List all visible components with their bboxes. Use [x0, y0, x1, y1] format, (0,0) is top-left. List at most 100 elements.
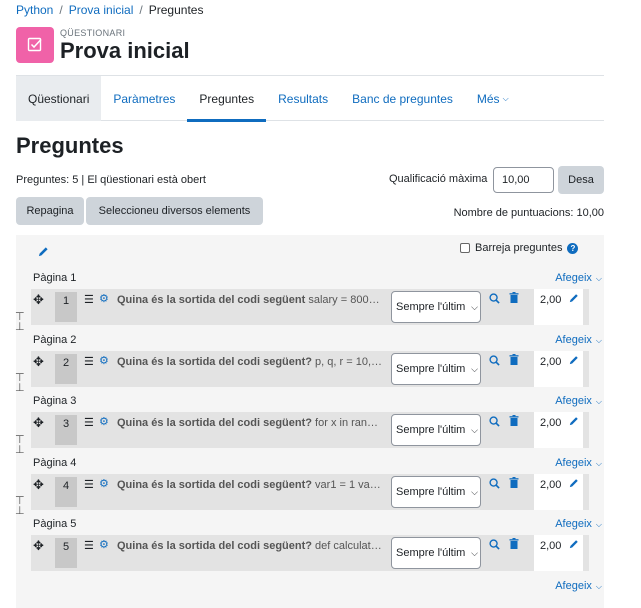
help-icon[interactable]: ? — [567, 242, 579, 254]
move-icon[interactable]: ✥ — [33, 354, 44, 370]
question-mark: 2,00 — [534, 412, 583, 448]
question-number: 1 — [55, 292, 77, 322]
repaginate-button[interactable]: Repagina — [16, 197, 84, 225]
gear-icon[interactable]: ⚙ — [99, 477, 109, 490]
tab-mes[interactable]: Més ⌵ — [465, 76, 521, 121]
add-menu-link[interactable]: Afegeix ⌵ — [555, 518, 602, 530]
question-row: ✥ 1 ☰ ⚙ Quina és la sortida del codi següent… — [31, 289, 589, 325]
add-label: Afegeix — [555, 395, 592, 407]
chevron-down-icon: ⌵ — [595, 397, 602, 406]
question-text[interactable]: Quina és la sortida del codi següent? va… — [117, 479, 387, 491]
page-break-icon[interactable]: ⊤ ⊥ — [15, 496, 25, 517]
chevron-down-icon: ⌵ — [595, 335, 602, 345]
delete-icon[interactable] — [509, 292, 519, 306]
page-break-icon[interactable]: ⊤ ⊥ — [15, 373, 25, 394]
add-menu-link[interactable]: Afegeix ⌵ — [555, 457, 602, 469]
preview-icon[interactable] — [489, 416, 500, 430]
add-menu-link[interactable]: Afegeix ⌵ — [555, 334, 602, 346]
add-menu-link[interactable]: Afegeix ⌵ — [555, 395, 602, 407]
edit-pencil-icon[interactable] — [569, 539, 579, 552]
page-break-icon[interactable]: ⊤ ⊥ — [15, 311, 25, 332]
delete-icon[interactable] — [509, 415, 519, 429]
shuffle-questions: Barreja preguntes ? — [460, 242, 579, 254]
breadcrumb-current: Preguntes — [148, 3, 204, 17]
question-text[interactable]: Quina és la sortida del codi següent? p,… — [117, 356, 387, 368]
gear-icon[interactable]: ⚙ — [99, 354, 109, 367]
edit-pencil-icon[interactable] — [569, 355, 579, 368]
question-text[interactable]: Quina és la sortida del codi següent sal… — [117, 294, 387, 306]
breadcrumb-quiz[interactable]: Prova inicial — [69, 3, 134, 17]
move-icon[interactable]: ✥ — [33, 477, 44, 493]
max-grade-input[interactable] — [493, 167, 554, 193]
shuffle-checkbox[interactable] — [460, 243, 470, 253]
question-title: Quina és la sortida del codi següent? — [117, 478, 312, 491]
tab-preguntes[interactable]: Preguntes — [187, 76, 266, 122]
breadcrumb-separator: / — [59, 3, 63, 17]
multichoice-icon: ☰ — [84, 294, 94, 306]
question-row: ✥ 4 ☰ ⚙ Quina és la sortida del codi següent… — [31, 473, 589, 510]
add-menu-link[interactable]: Afegeix ⌵ — [555, 272, 602, 284]
question-number: 2 — [55, 353, 77, 384]
multichoice-icon: ☰ — [84, 355, 94, 368]
chevron-down-icon: ⌵ — [595, 274, 602, 283]
gear-icon[interactable]: ⚙ — [99, 538, 109, 551]
move-icon[interactable]: ✥ — [33, 415, 44, 431]
question-mark-value: 2,00 — [540, 540, 562, 552]
move-icon[interactable]: ✥ — [33, 292, 44, 308]
tab-parametres[interactable]: Paràmetres — [101, 76, 187, 121]
move-icon[interactable]: ✥ — [33, 538, 44, 554]
gear-icon[interactable]: ⚙ — [99, 292, 109, 305]
question-snippet: var1 = 1 va… — [312, 478, 381, 491]
chevron-down-icon: ⌵ — [471, 486, 478, 497]
gear-icon[interactable]: ⚙ — [99, 415, 109, 428]
chevron-down-icon: ⌵ — [595, 581, 602, 591]
question-mark-value: 2,00 — [540, 294, 562, 306]
page-break-icon[interactable]: ⊤ ⊥ — [15, 434, 25, 455]
save-button[interactable]: Desa — [558, 166, 604, 194]
multichoice-icon: ☰ — [84, 478, 94, 491]
dependency-select[interactable]: Sempre l'últim ⌵ — [391, 352, 481, 385]
tab-resultats[interactable]: Resultats — [266, 76, 340, 121]
add-label: Afegeix — [555, 579, 592, 592]
edit-pencil-icon[interactable] — [569, 478, 579, 491]
delete-icon[interactable] — [509, 538, 519, 552]
module-type-label: QÜESTIONARI — [60, 28, 126, 38]
preview-icon[interactable] — [489, 354, 500, 369]
delete-icon[interactable] — [509, 353, 519, 368]
delete-icon[interactable] — [509, 476, 519, 491]
select-multiple-button[interactable]: Seleccioneu diversos elements — [86, 197, 263, 225]
quiz-status: Preguntes: 5 | El qüestionari està obert — [16, 174, 206, 186]
question-title: Quina és la sortida del codi següent? — [117, 417, 312, 429]
question-snippet: for x in ran… — [312, 417, 379, 429]
edit-pencil-icon[interactable] — [569, 416, 579, 429]
breadcrumb-python[interactable]: Python — [16, 3, 53, 17]
chevron-down-icon: ⌵ — [471, 425, 478, 435]
preview-icon[interactable] — [489, 539, 500, 553]
dependency-select-value: Sempre l'últim — [396, 301, 466, 313]
dependency-select[interactable]: Sempre l'últim ⌵ — [391, 291, 481, 323]
total-marks: Nombre de puntuacions: 10,00 — [453, 207, 604, 219]
dependency-select[interactable]: Sempre l'últim ⌵ — [391, 475, 481, 508]
tab-mes-label: Més — [476, 91, 500, 106]
edit-pencil-icon[interactable] — [38, 246, 49, 260]
question-number: 5 — [55, 538, 77, 568]
question-title: Quina és la sortida del codi següent — [117, 294, 306, 306]
edit-pencil-icon[interactable] — [569, 293, 579, 306]
question-title: Quina és la sortida del codi següent? — [117, 355, 312, 368]
question-snippet: p, q, r = 10,… — [312, 355, 383, 368]
question-number: 4 — [55, 476, 77, 507]
dependency-select[interactable]: Sempre l'últim ⌵ — [391, 414, 481, 446]
tab-banc-de-preguntes[interactable]: Banc de preguntes — [340, 76, 465, 121]
dependency-select-value: Sempre l'últim — [396, 547, 466, 559]
page-label: Pàgina 2 — [33, 333, 77, 346]
preview-icon[interactable] — [489, 293, 500, 307]
question-mark-value: 2,00 — [540, 478, 562, 491]
preview-icon[interactable] — [489, 477, 500, 492]
dependency-select[interactable]: Sempre l'últim ⌵ — [391, 537, 481, 569]
tab-questionari[interactable]: Qüestionari — [16, 76, 102, 121]
question-mark: 2,00 — [534, 289, 583, 325]
page-label: Pàgina 5 — [33, 518, 77, 530]
question-text[interactable]: Quina és la sortida del codi següent? de… — [117, 540, 387, 552]
add-menu-link[interactable]: Afegeix ⌵ — [555, 580, 602, 592]
question-text[interactable]: Quina és la sortida del codi següent? fo… — [117, 417, 387, 429]
